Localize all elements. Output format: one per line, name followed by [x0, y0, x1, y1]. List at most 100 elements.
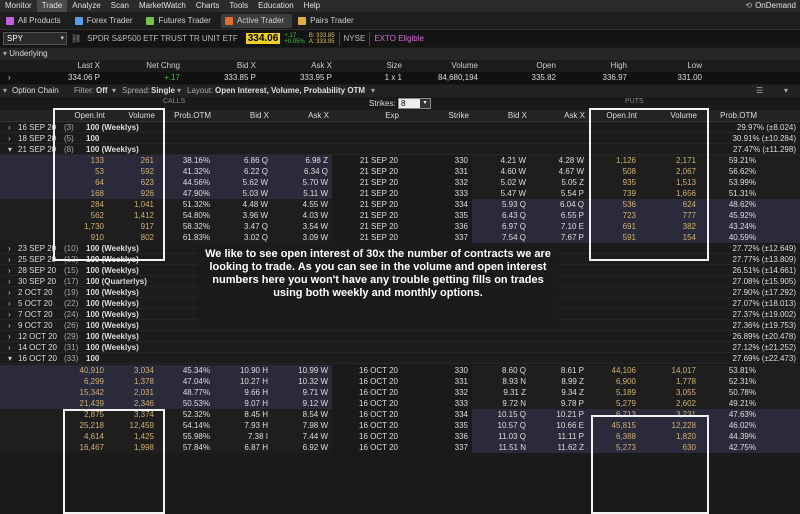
chevron-right-icon[interactable]: › [8, 254, 11, 265]
cell-c-oi[interactable]: 910 [50, 232, 104, 243]
cell-c-prob[interactable]: 52.32% [158, 409, 210, 420]
option-row[interactable]: 1,730 917 58.32% 3.47 Q 3.54 W 21 SEP 20 336 6.… [0, 221, 800, 232]
header-put-0[interactable]: Bid X [472, 110, 527, 122]
cell-c-prob[interactable]: 44.56% [158, 177, 210, 188]
chevron-right-icon[interactable]: › [8, 320, 11, 331]
collapse-icon[interactable]: ▾ [3, 49, 7, 58]
option-row[interactable]: 15,342 2,031 48.77% 9.66 H 9.71 W 16 OCT 20 33… [0, 387, 800, 398]
cell-c-ask[interactable]: 5.70 W [272, 177, 328, 188]
cell-p-bid[interactable]: 4.60 W [472, 166, 526, 177]
option-row[interactable]: 4,614 1,425 55.98% 7.38 I 7.44 W 16 OCT 20 336… [0, 431, 800, 442]
cell-c-oi[interactable]: 21,439 [50, 398, 104, 409]
cell-c-oi[interactable]: 25,218 [50, 420, 104, 431]
menu-item-trade[interactable]: Trade [36, 0, 68, 12]
cell-p-oi[interactable]: 536 [588, 199, 636, 210]
cell-p-ask[interactable]: 11.11 P [530, 431, 584, 442]
cell-p-vol[interactable]: 3,055 [640, 387, 696, 398]
cell-exp[interactable]: 16 OCT 20 [332, 365, 398, 376]
cell-p-prob[interactable]: 49.21% [700, 398, 756, 409]
chevron-down-icon[interactable]: ▾ [371, 85, 375, 97]
cell-strike[interactable]: 334 [402, 409, 468, 420]
expiration-row[interactable]: › 14 OCT 20 (31) 100 (Weeklys) 27.12% (±21.2… [0, 342, 800, 353]
cell-p-prob[interactable]: 40.59% [700, 232, 756, 243]
cell-c-ask[interactable]: 6.92 W [272, 442, 328, 453]
cell-strike[interactable]: 330 [402, 155, 468, 166]
cell-p-bid[interactable]: 5.93 Q [472, 199, 526, 210]
cell-p-oi[interactable]: 5,279 [588, 398, 636, 409]
chevron-right-icon[interactable]: › [8, 243, 11, 254]
cell-c-bid[interactable]: 5.62 W [214, 177, 268, 188]
cell-exp[interactable]: 21 SEP 20 [332, 210, 398, 221]
option-row[interactable]: 6,299 1,378 47.04% 10.27 H 10.32 W 16 OCT 20 3… [0, 376, 800, 387]
tab-all-products[interactable]: All Products [2, 14, 69, 28]
expiration-row[interactable]: ▾ 21 SEP 20 (8) 100 (Weeklys) 27.47% (±11.29… [0, 144, 800, 155]
cell-p-bid[interactable]: 6.43 Q [472, 210, 526, 221]
cell-p-vol[interactable]: 1,656 [640, 188, 696, 199]
menu-item-education[interactable]: Education [253, 0, 299, 12]
cell-exp[interactable]: 16 OCT 20 [332, 376, 398, 387]
cell-p-prob[interactable]: 42.75% [700, 442, 756, 453]
menu-item-help[interactable]: Help [299, 0, 325, 12]
cell-c-oi[interactable]: 133 [50, 155, 104, 166]
cell-p-prob[interactable]: 47.63% [700, 409, 756, 420]
menu-item-monitor[interactable]: Monitor [0, 0, 37, 12]
cell-c-prob[interactable]: 51.32% [158, 199, 210, 210]
cell-p-prob[interactable]: 56.62% [700, 166, 756, 177]
chevron-right-icon[interactable]: › [8, 276, 11, 287]
cell-c-vol[interactable]: 3,034 [108, 365, 154, 376]
cell-c-ask[interactable]: 6.34 Q [272, 166, 328, 177]
cell-p-vol[interactable]: 1,778 [640, 376, 696, 387]
cell-c-oi[interactable]: 64 [50, 177, 104, 188]
cell-p-oi[interactable]: 5,273 [588, 442, 636, 453]
cell-c-ask[interactable]: 10.32 W [272, 376, 328, 387]
cell-p-ask[interactable]: 4.67 W [530, 166, 584, 177]
cell-p-bid[interactable]: 9.31 Z [472, 387, 526, 398]
cell-c-bid[interactable]: 4.48 W [214, 199, 268, 210]
cell-strike[interactable]: 333 [402, 398, 468, 409]
ondemand-button[interactable]: ⟲ OnDemand [745, 0, 796, 12]
cell-p-oi[interactable]: 44,106 [588, 365, 636, 376]
cell-p-bid[interactable]: 5.47 W [472, 188, 526, 199]
cell-p-oi[interactable]: 6,713 [588, 409, 636, 420]
cell-p-ask[interactable]: 10.66 E [530, 420, 584, 431]
chevron-right-icon[interactable]: › [8, 331, 11, 342]
cell-exp[interactable]: 16 OCT 20 [332, 442, 398, 453]
cell-p-bid[interactable]: 7.54 Q [472, 232, 526, 243]
cell-c-bid[interactable]: 6.86 Q [214, 155, 268, 166]
cell-p-ask[interactable]: 6.55 P [530, 210, 584, 221]
cell-p-prob[interactable]: 44.39% [700, 431, 756, 442]
menu-item-analyze[interactable]: Analyze [67, 0, 105, 12]
cell-c-vol[interactable]: 1,425 [108, 431, 154, 442]
cell-p-vol[interactable]: 382 [640, 221, 696, 232]
header-call-4[interactable]: Ask X [272, 110, 329, 122]
cell-p-prob[interactable]: 59.21% [700, 155, 756, 166]
chevron-right-icon[interactable]: › [8, 265, 11, 276]
cell-c-bid[interactable]: 3.02 Q [214, 232, 268, 243]
cell-exp[interactable]: 16 OCT 20 [332, 420, 398, 431]
cell-strike[interactable]: 336 [402, 431, 468, 442]
cell-c-prob[interactable]: 58.32% [158, 221, 210, 232]
cell-exp[interactable]: 21 SEP 20 [332, 232, 398, 243]
menu-item-charts[interactable]: Charts [191, 0, 225, 12]
cell-exp[interactable]: 16 OCT 20 [332, 409, 398, 420]
cell-c-bid[interactable]: 10.90 H [214, 365, 268, 376]
cell-p-oi[interactable]: 1,126 [588, 155, 636, 166]
tab-forex-trader[interactable]: Forex Trader [71, 14, 141, 28]
cell-strike[interactable]: 331 [402, 166, 468, 177]
cell-p-prob[interactable]: 52.31% [700, 376, 756, 387]
cell-c-ask[interactable]: 3.09 W [272, 232, 328, 243]
cell-c-bid[interactable]: 6.22 Q [214, 166, 268, 177]
header-call-2[interactable]: Prob.OTM [158, 110, 211, 122]
cell-c-oi[interactable]: 4,614 [50, 431, 104, 442]
spread-value[interactable]: Single [151, 85, 175, 97]
cell-p-prob[interactable]: 51.31% [700, 188, 756, 199]
cell-p-oi[interactable]: 935 [588, 177, 636, 188]
menu-item-tools[interactable]: Tools [224, 0, 253, 12]
symbol-input[interactable]: SPY ▾ [3, 32, 67, 45]
cell-strike[interactable]: 331 [402, 376, 468, 387]
cell-strike[interactable]: 336 [402, 221, 468, 232]
option-row[interactable]: 133 261 38.16% 6.86 Q 6.98 Z 21 SEP 20 330 4.21… [0, 155, 800, 166]
cell-p-oi[interactable]: 739 [588, 188, 636, 199]
cell-p-prob[interactable]: 53.99% [700, 177, 756, 188]
cell-c-oi[interactable]: 284 [50, 199, 104, 210]
